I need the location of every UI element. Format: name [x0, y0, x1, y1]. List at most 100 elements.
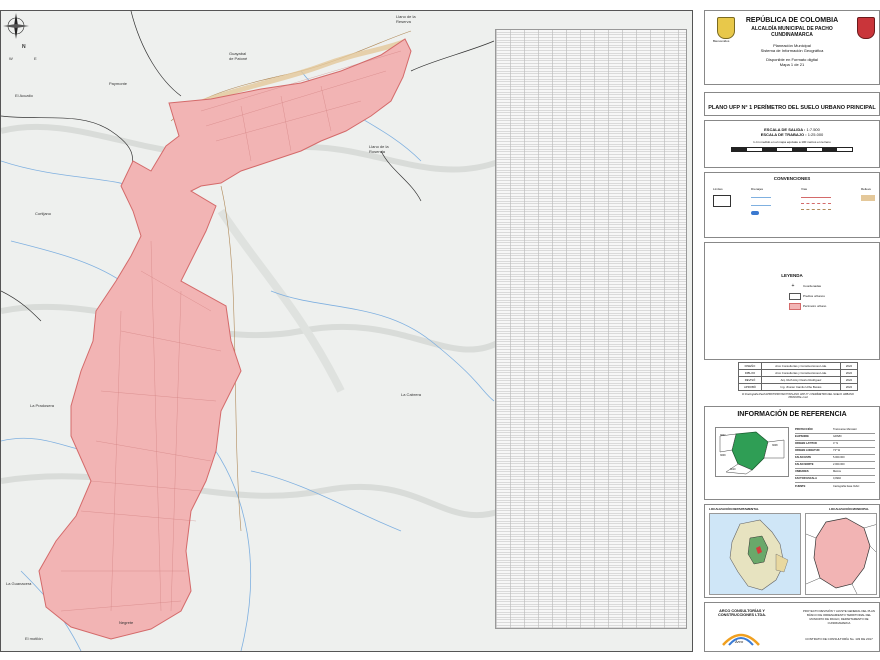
credit-year: 2022	[845, 364, 853, 368]
credit-name: Ing. Jhonier Camilo Uribe Bustos	[762, 384, 841, 390]
scale-box: ESCALA DE SALIDA : 1:7.500 ESCALA DE TRA…	[704, 120, 880, 168]
map-panel[interactable]: N W E Llano de la Reserva Guayabal de Pa…	[0, 10, 693, 652]
compass-w: W	[9, 56, 13, 61]
limites-symbol	[713, 195, 731, 207]
pacho-shield-icon	[857, 17, 875, 39]
relieve-symbol	[861, 195, 875, 201]
place-negrete: Negrete	[119, 620, 134, 625]
credit-year: 2022	[845, 371, 853, 375]
leyenda-title: LEYENDA	[781, 273, 803, 278]
convenciones-title: CONVENCIONES	[773, 176, 811, 181]
place-el-motilon: El motilón	[25, 636, 43, 641]
conv-drenajes: Drenajes	[751, 187, 764, 191]
leyenda-item-perimetro: Perímetro urbano	[803, 304, 827, 308]
leyenda-item-coords: Coordenadas	[803, 284, 822, 288]
scale-bar	[731, 147, 853, 152]
plan-title-box: PLANO UFP N° 1 PERÍMETRO DEL SUELO URBAN…	[704, 92, 880, 116]
compass-n: N	[22, 44, 26, 50]
logo-caption: Bienvenidos	[713, 39, 730, 43]
credit-name: Arco Consultorías y Construcciones Ltda.	[762, 370, 841, 376]
tile-label: 3009	[720, 454, 726, 457]
convenciones-box: CONVENCIONES Límites Drenajes Vías Relie…	[704, 172, 880, 238]
credits-table: DISEÑO Arco Consultorías y Construccione…	[738, 362, 858, 399]
contract: CONTRATO DE CONSULTORÍA No. 133 DE 2017	[805, 637, 873, 641]
republic-title: REPÚBLICA DE COLOMBIA	[745, 17, 839, 24]
ref-value: 73° W	[833, 449, 841, 452]
place-el-acuatio: El Acuatio	[15, 93, 33, 98]
reference-title: INFORMACIÓN DE REFERENCIA	[737, 411, 847, 418]
via-symbol	[801, 197, 831, 198]
ref-value: Transverse Mercator	[833, 428, 857, 431]
credit-name: Arq. Ruth Amy Osorio Rodríguez	[762, 377, 841, 383]
ref-value: 4° N	[833, 442, 839, 445]
ref-value: Cartografía base IGAC	[833, 485, 860, 488]
coordinates-table[interactable]	[495, 29, 687, 629]
scale-trabajo-label: ESCALA DE TRABAJO :	[760, 132, 807, 137]
tile-label: 3007	[720, 434, 726, 437]
plan-title: PLANO UFP N° 1 PERÍMETRO DEL SUELO URBAN…	[708, 105, 876, 111]
map-number: Mapa 1 de 21	[779, 62, 805, 67]
ref-key: ORIGEN LATITUD	[795, 442, 817, 445]
credit-role: APROBÓ	[739, 384, 762, 390]
predios-symbol	[789, 293, 801, 300]
loc-mun-title: LOCALIZACIÓN MUNICIPAL	[829, 507, 869, 511]
tile-label: 3010	[730, 468, 736, 471]
reference-table: PROYECCIÓN Transverse Mercator ELIPSOIDE G…	[795, 427, 875, 491]
ref-key: FALSO NORTE	[795, 463, 814, 466]
credit-year: 2022	[845, 385, 853, 389]
plancha-index-map[interactable]: 3007 3008 3009 3010	[715, 427, 789, 477]
drenaje-symbol	[751, 197, 771, 198]
compass-rose-icon	[3, 13, 29, 39]
colombia-shield-icon	[717, 17, 735, 39]
ref-key: FUENTE	[795, 485, 806, 488]
place-llano-rosenda: Llano de la Rosenda	[369, 144, 389, 154]
side-panel: Bienvenidos REPÚBLICA DE COLOMBIA ALCALD…	[698, 10, 880, 652]
ref-key: ORIGEN LONGITUD	[795, 449, 820, 452]
urban-perimeter[interactable]	[38, 38, 412, 640]
ref-key: FACTOR ESCALA	[795, 477, 817, 480]
credit-role: DISEÑO	[739, 363, 762, 369]
project-name: PROYECTO REVISIÓN Y AJUSTE GENERAL DEL P…	[803, 609, 875, 625]
ref-key: UNIDADES	[795, 470, 809, 473]
credit-role: DIBUJO	[739, 370, 762, 376]
map-sheet: N W E Llano de la Reserva Guayabal de Pa…	[0, 0, 880, 660]
dept-title: CUNDINAMARCA	[771, 32, 813, 38]
scale-trabajo: 1:25.000	[807, 132, 824, 137]
coord-symbol-icon: +	[791, 283, 795, 289]
ref-value: 0,9992	[833, 477, 841, 480]
leyenda-item-predios: Predios urbanos	[803, 294, 825, 298]
ref-key: ELIPSOIDE	[795, 435, 809, 438]
company-name: ARCO CONSULTORÍAS Y CONSTRUCCIONES LTDA.	[717, 609, 767, 617]
credit-name: Arco Consultorías y Construcciones Ltda.	[762, 363, 841, 369]
place-cortijano: Cortijano	[35, 211, 52, 216]
compass-e: E	[34, 56, 37, 61]
dept-locator-map[interactable]	[709, 513, 801, 595]
arco-logo-text: Arco	[735, 639, 744, 644]
mun-locator-map[interactable]	[805, 513, 877, 595]
ref-key: FALSO ESTE	[795, 456, 812, 459]
place-la-cabrera: La Cabrera	[401, 392, 422, 397]
conv-limites: Límites	[713, 187, 723, 191]
ref-value: 5.000.000	[833, 456, 845, 459]
credit-role: REVISÓ	[739, 377, 762, 383]
ref-value: 2.000.000	[833, 463, 845, 466]
file-path: D:\Cartografía Pacho\PBOT\PROYECTO\PLANO…	[742, 393, 854, 399]
perimetro-symbol	[789, 303, 801, 310]
sub2: Sistema de Información Geográfica	[760, 48, 824, 53]
place-la-guanacera: La Guanacera	[6, 581, 32, 586]
scale-note: 1 cm medido en el mapa equivale a 100 me…	[753, 140, 831, 144]
localization-box: LOCALIZACIÓN DEPARTAMENTAL LOCALIZACIÓN …	[704, 504, 880, 598]
ref-key: PROYECCIÓN	[795, 428, 813, 431]
via-symbol-2	[801, 203, 831, 204]
footer-box: ARCO CONSULTORÍAS Y CONSTRUCCIONES LTDA.…	[704, 602, 880, 652]
drenaje-symbol-2	[751, 205, 771, 206]
tile-label: 3008	[772, 444, 778, 447]
ref-value: GRS80	[833, 435, 842, 438]
cuerpo-agua-symbol	[751, 211, 759, 215]
place-llano-reserva: Llano de la Reserva	[396, 14, 416, 24]
conv-vias: Vías	[801, 187, 808, 191]
via-symbol-3	[801, 209, 831, 210]
place-guayabal: Guayabal de Patoné	[229, 51, 248, 61]
header-box: Bienvenidos REPÚBLICA DE COLOMBIA ALCALD…	[704, 10, 880, 85]
credit-year: 2022	[845, 378, 853, 382]
